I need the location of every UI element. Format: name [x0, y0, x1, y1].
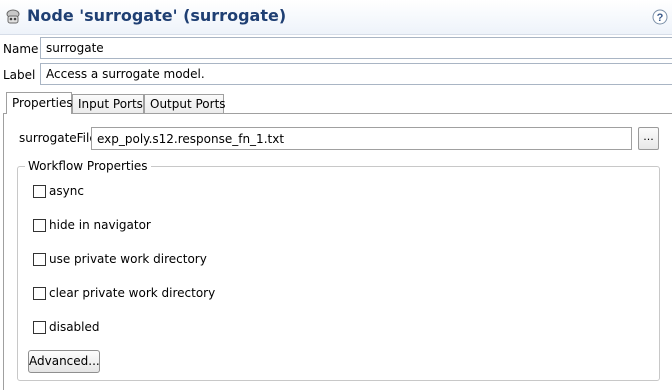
name-label: Name [3, 42, 39, 56]
checkbox-label: clear private work directory [49, 286, 216, 300]
checkbox-box[interactable] [33, 321, 46, 334]
help-icon[interactable]: ? [652, 9, 668, 25]
tab-properties[interactable]: Properties [6, 92, 73, 114]
svg-text:?: ? [657, 12, 664, 24]
name-field[interactable]: surrogate [40, 37, 672, 59]
tab-output-ports[interactable]: Output Ports [144, 94, 226, 113]
checkbox-box[interactable] [33, 185, 46, 198]
label-field[interactable]: Access a surrogate model. [40, 63, 672, 85]
checkbox-label: disabled [49, 320, 100, 334]
label-label: Label [3, 68, 36, 82]
surrogate-file-input[interactable]: exp_poly.s12.response_fn_1.txt [91, 127, 632, 150]
checkbox-box[interactable] [33, 253, 46, 266]
page-title: Node 'surrogate' (surrogate) [27, 6, 287, 25]
checkbox-label: hide in navigator [49, 218, 151, 232]
checkbox-box[interactable] [33, 287, 46, 300]
checkbox-label: use private work directory [49, 252, 207, 266]
workflow-properties-group [17, 166, 660, 381]
editor-header: Node 'surrogate' (surrogate) ? [0, 0, 672, 35]
checkbox-box[interactable] [33, 219, 46, 232]
surrogate-file-label: surrogateFile [19, 131, 97, 145]
tab-input-ports[interactable]: Input Ports [72, 94, 144, 113]
workflow-properties-title: Workflow Properties [25, 159, 151, 173]
node-editor: Node 'surrogate' (surrogate) ? Name surr… [0, 0, 672, 390]
browse-button[interactable]: ... [638, 127, 659, 150]
checkbox-label: async [49, 184, 84, 198]
node-icon [6, 9, 20, 24]
advanced-button[interactable]: Advanced... [28, 350, 100, 373]
